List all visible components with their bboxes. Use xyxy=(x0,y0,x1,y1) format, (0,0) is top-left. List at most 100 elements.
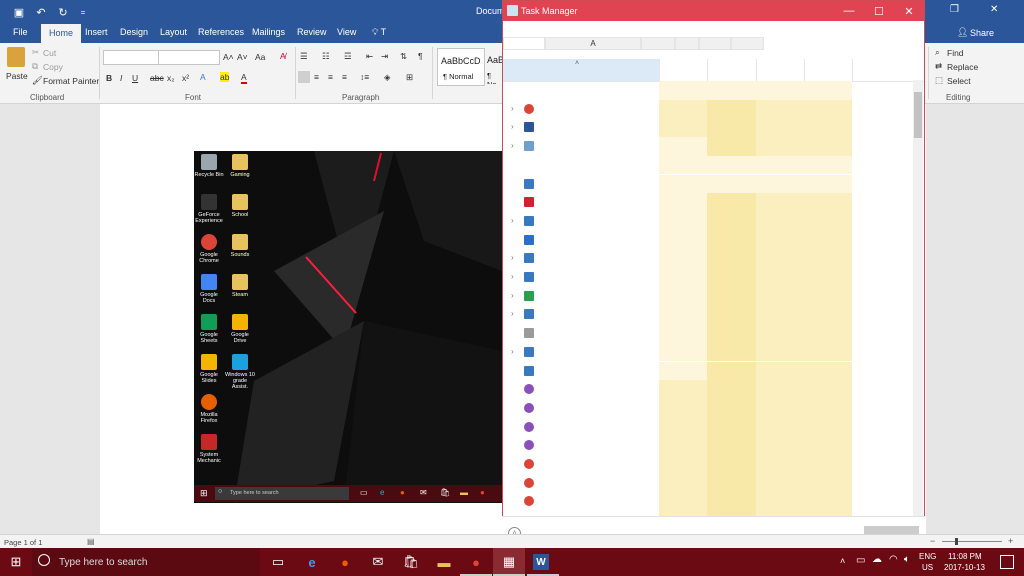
file-explorer-icon[interactable]: ▬ xyxy=(434,552,454,572)
process-row[interactable] xyxy=(503,398,913,418)
style-no-spacing[interactable]: AaB ¶ No xyxy=(486,48,502,84)
desktop-icon[interactable]: System Mechanic xyxy=(194,434,224,464)
expand-chevron-icon[interactable]: › xyxy=(511,291,514,300)
process-row[interactable]: › xyxy=(503,342,913,362)
replace-button[interactable]: Replace xyxy=(947,62,978,72)
highlight-color-icon[interactable]: ab xyxy=(220,72,230,82)
onedrive-icon[interactable]: ☁ xyxy=(872,554,882,565)
process-row[interactable]: › xyxy=(503,305,913,325)
process-row[interactable] xyxy=(503,324,913,343)
clear-formatting-icon[interactable]: A̸ xyxy=(280,51,286,61)
share-button[interactable]: Share xyxy=(970,28,994,38)
tab-design[interactable]: Design xyxy=(120,27,148,37)
process-row[interactable] xyxy=(503,455,913,474)
expand-chevron-icon[interactable]: › xyxy=(511,309,514,318)
line-spacing-icon[interactable]: ↕≡ xyxy=(360,72,369,82)
desktop-icon[interactable]: Google Docs xyxy=(194,274,224,304)
tab-file[interactable]: File xyxy=(13,27,28,37)
find-button[interactable]: Find xyxy=(947,48,964,58)
process-row[interactable] xyxy=(503,473,913,493)
process-row[interactable] xyxy=(503,193,913,212)
zoom-slider-thumb[interactable] xyxy=(955,538,958,545)
input-region[interactable]: US xyxy=(922,563,933,572)
column-header-name[interactable]: ˄ xyxy=(503,59,659,81)
show-marks-icon[interactable]: ¶ xyxy=(418,51,423,61)
zoom-slider[interactable] xyxy=(942,541,1002,542)
desktop-icon[interactable]: Sounds xyxy=(225,234,255,258)
undo-icon[interactable]: ↶ xyxy=(32,3,50,21)
expand-chevron-icon[interactable]: › xyxy=(511,122,514,131)
process-row[interactable] xyxy=(503,174,913,194)
taskbar-word[interactable]: W xyxy=(527,548,559,576)
decrease-indent-icon[interactable]: ⇤ xyxy=(366,51,373,62)
store-icon[interactable]: 🛍︎ xyxy=(401,552,421,572)
process-row[interactable]: › xyxy=(503,118,913,138)
customize-quick-access-icon[interactable]: = xyxy=(74,3,92,21)
process-row[interactable] xyxy=(503,417,913,437)
restore-icon[interactable]: ❐ xyxy=(950,4,959,15)
desktop-icon[interactable]: Windows 10 grade Assist. xyxy=(225,354,255,390)
replace-icon[interactable]: ⇄ xyxy=(935,61,942,72)
process-row[interactable]: › xyxy=(503,99,913,119)
action-center-icon[interactable] xyxy=(1000,555,1014,569)
grow-font-button[interactable]: A˄ xyxy=(223,52,234,62)
process-row[interactable]: › xyxy=(503,268,913,287)
expand-chevron-icon[interactable]: › xyxy=(511,253,514,262)
tab-review[interactable]: Review xyxy=(297,27,327,37)
process-row[interactable] xyxy=(503,81,913,100)
sort-icon[interactable]: ⇅ xyxy=(400,51,407,62)
expand-chevron-icon[interactable]: › xyxy=(511,216,514,225)
align-left-icon[interactable] xyxy=(298,71,310,83)
redo-icon[interactable]: ↻ xyxy=(54,3,72,21)
desktop-icon[interactable]: School xyxy=(225,194,255,218)
task-view-icon[interactable]: ▭ xyxy=(268,552,288,572)
scrollbar-thumb[interactable] xyxy=(914,92,922,138)
tab-users[interactable] xyxy=(699,37,731,50)
tab-performance[interactable]: A xyxy=(545,37,641,50)
tab-layout[interactable]: Layout xyxy=(160,27,187,37)
tab-app-history[interactable] xyxy=(641,37,675,50)
style-normal[interactable]: AaBbCcD ¶ Normal xyxy=(437,48,485,86)
tab-mailings[interactable]: Mailings xyxy=(252,27,285,37)
tab-processes[interactable] xyxy=(503,37,545,50)
share-icon[interactable]: 👤︎ xyxy=(957,27,968,38)
font-size-dropdown[interactable] xyxy=(158,50,220,65)
column-header-disk[interactable] xyxy=(756,59,805,81)
clock-time[interactable]: 11:08 PM xyxy=(948,552,982,561)
proofing-icon[interactable]: ▤ xyxy=(87,537,95,546)
save-icon[interactable]: ▣ xyxy=(10,3,28,21)
taskbar-search-box[interactable]: Type here to search xyxy=(32,548,260,576)
format-painter-icon[interactable]: 🖌︎ xyxy=(32,75,43,86)
shrink-font-button[interactable]: A˅ xyxy=(237,52,248,62)
tab-startup[interactable] xyxy=(675,37,699,50)
font-color-icon[interactable]: A xyxy=(241,72,247,84)
desktop-icon[interactable]: Google Slides xyxy=(194,354,224,384)
desktop-icon[interactable]: Mozilla Firefox xyxy=(194,394,224,424)
process-row[interactable] xyxy=(503,380,913,399)
wifi-icon[interactable]: ◠ xyxy=(889,554,898,565)
multilevel-list-icon[interactable]: ☲ xyxy=(344,51,352,62)
font-name-dropdown[interactable] xyxy=(103,50,159,65)
underline-button[interactable]: U xyxy=(132,73,138,83)
cut-button[interactable]: Cut xyxy=(43,48,56,58)
select-icon[interactable]: ⬚ xyxy=(935,75,943,86)
maximize-icon[interactable]: ☐ xyxy=(864,1,894,21)
taskbar-chrome[interactable]: ● xyxy=(460,548,492,576)
firefox-icon[interactable]: ● xyxy=(335,552,355,572)
change-case-button[interactable]: Aa xyxy=(255,52,265,62)
shading-icon[interactable]: ◈ xyxy=(384,72,391,83)
italic-button[interactable]: I xyxy=(120,73,122,83)
align-center-icon[interactable]: ≡ xyxy=(314,72,319,82)
desktop-icon[interactable]: Recycle Bin xyxy=(194,154,224,178)
network-icon[interactable]: ▭ xyxy=(856,555,865,566)
desktop-icon[interactable]: Google Sheets xyxy=(194,314,224,344)
process-row[interactable]: › xyxy=(503,286,913,306)
desktop-icon[interactable]: Google Drive xyxy=(225,314,255,344)
tab-references[interactable]: References xyxy=(198,27,244,37)
expand-chevron-icon[interactable]: › xyxy=(511,141,514,150)
copy-icon[interactable]: ⧉ xyxy=(32,61,38,72)
close-icon[interactable]: ✕ xyxy=(990,4,998,15)
clock-date[interactable]: 2017-10-13 xyxy=(944,563,985,572)
close-icon[interactable]: ✕ xyxy=(894,1,924,21)
zoom-in-icon[interactable]: + xyxy=(1008,536,1013,546)
